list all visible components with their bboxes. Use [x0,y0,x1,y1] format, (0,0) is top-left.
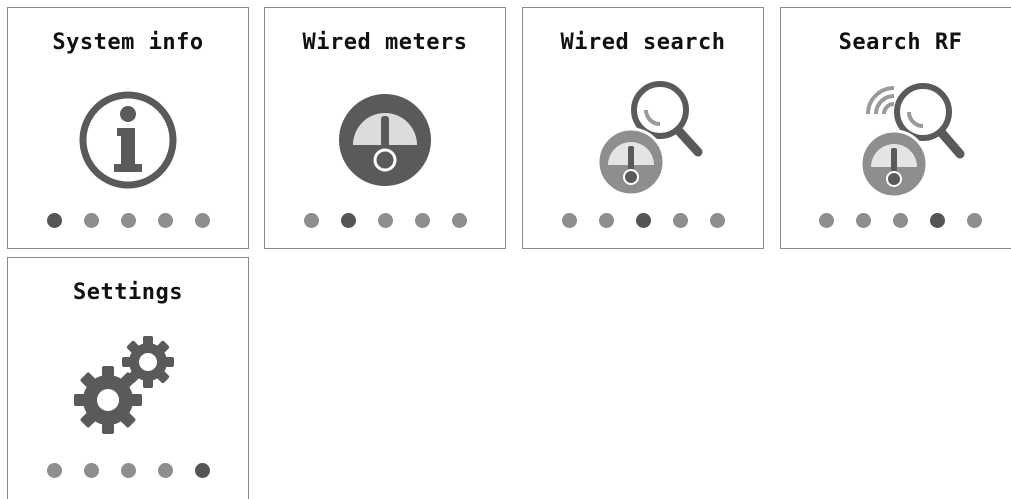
page-dot [598,213,614,228]
page-dot [561,213,577,228]
menu-tile-system-info[interactable]: System info [7,7,249,249]
page-dot [46,213,62,228]
page-indicator [265,213,505,229]
page-dot [819,213,834,228]
page-indicator [8,213,248,229]
page-dot [377,213,393,228]
page-dot [856,213,871,228]
menu-tile-wired-meters[interactable]: Wired meters [264,7,506,249]
page-dot [635,213,651,228]
page-dot [414,213,430,228]
tile-title: Search RF [838,30,963,55]
page-dot [303,213,319,228]
page-indicator [523,213,763,229]
info-icon [53,70,203,200]
page-dot [340,213,356,228]
page-dot [451,213,467,228]
menu-tile-settings[interactable]: Settings [7,257,249,499]
menu-tile-wired-search[interactable]: Wired search [522,7,764,249]
tile-title: Settings [73,280,183,305]
tile-title: Wired search [560,30,726,55]
page-dot [46,463,62,478]
page-dot [194,463,210,478]
rf-search-icon [826,70,976,200]
page-dot [930,213,945,228]
page-dot [157,213,173,228]
page-dot [157,463,173,478]
page-dot [709,213,725,228]
tile-title: System info [52,30,204,55]
tile-title: Wired meters [302,30,468,55]
gears-icon [53,320,203,450]
page-dot [120,463,136,478]
page-dot [672,213,688,228]
page-dot [194,213,210,228]
page-dot [967,213,982,228]
page-dot [83,463,99,478]
gauge-icon [310,70,460,200]
page-indicator [8,463,248,479]
gauge-search-icon [568,70,718,200]
menu-tile-search-rf[interactable]: Search RF [780,7,1011,249]
page-dot [120,213,136,228]
page-indicator [781,213,1011,229]
page-dot [83,213,99,228]
page-dot [893,213,908,228]
